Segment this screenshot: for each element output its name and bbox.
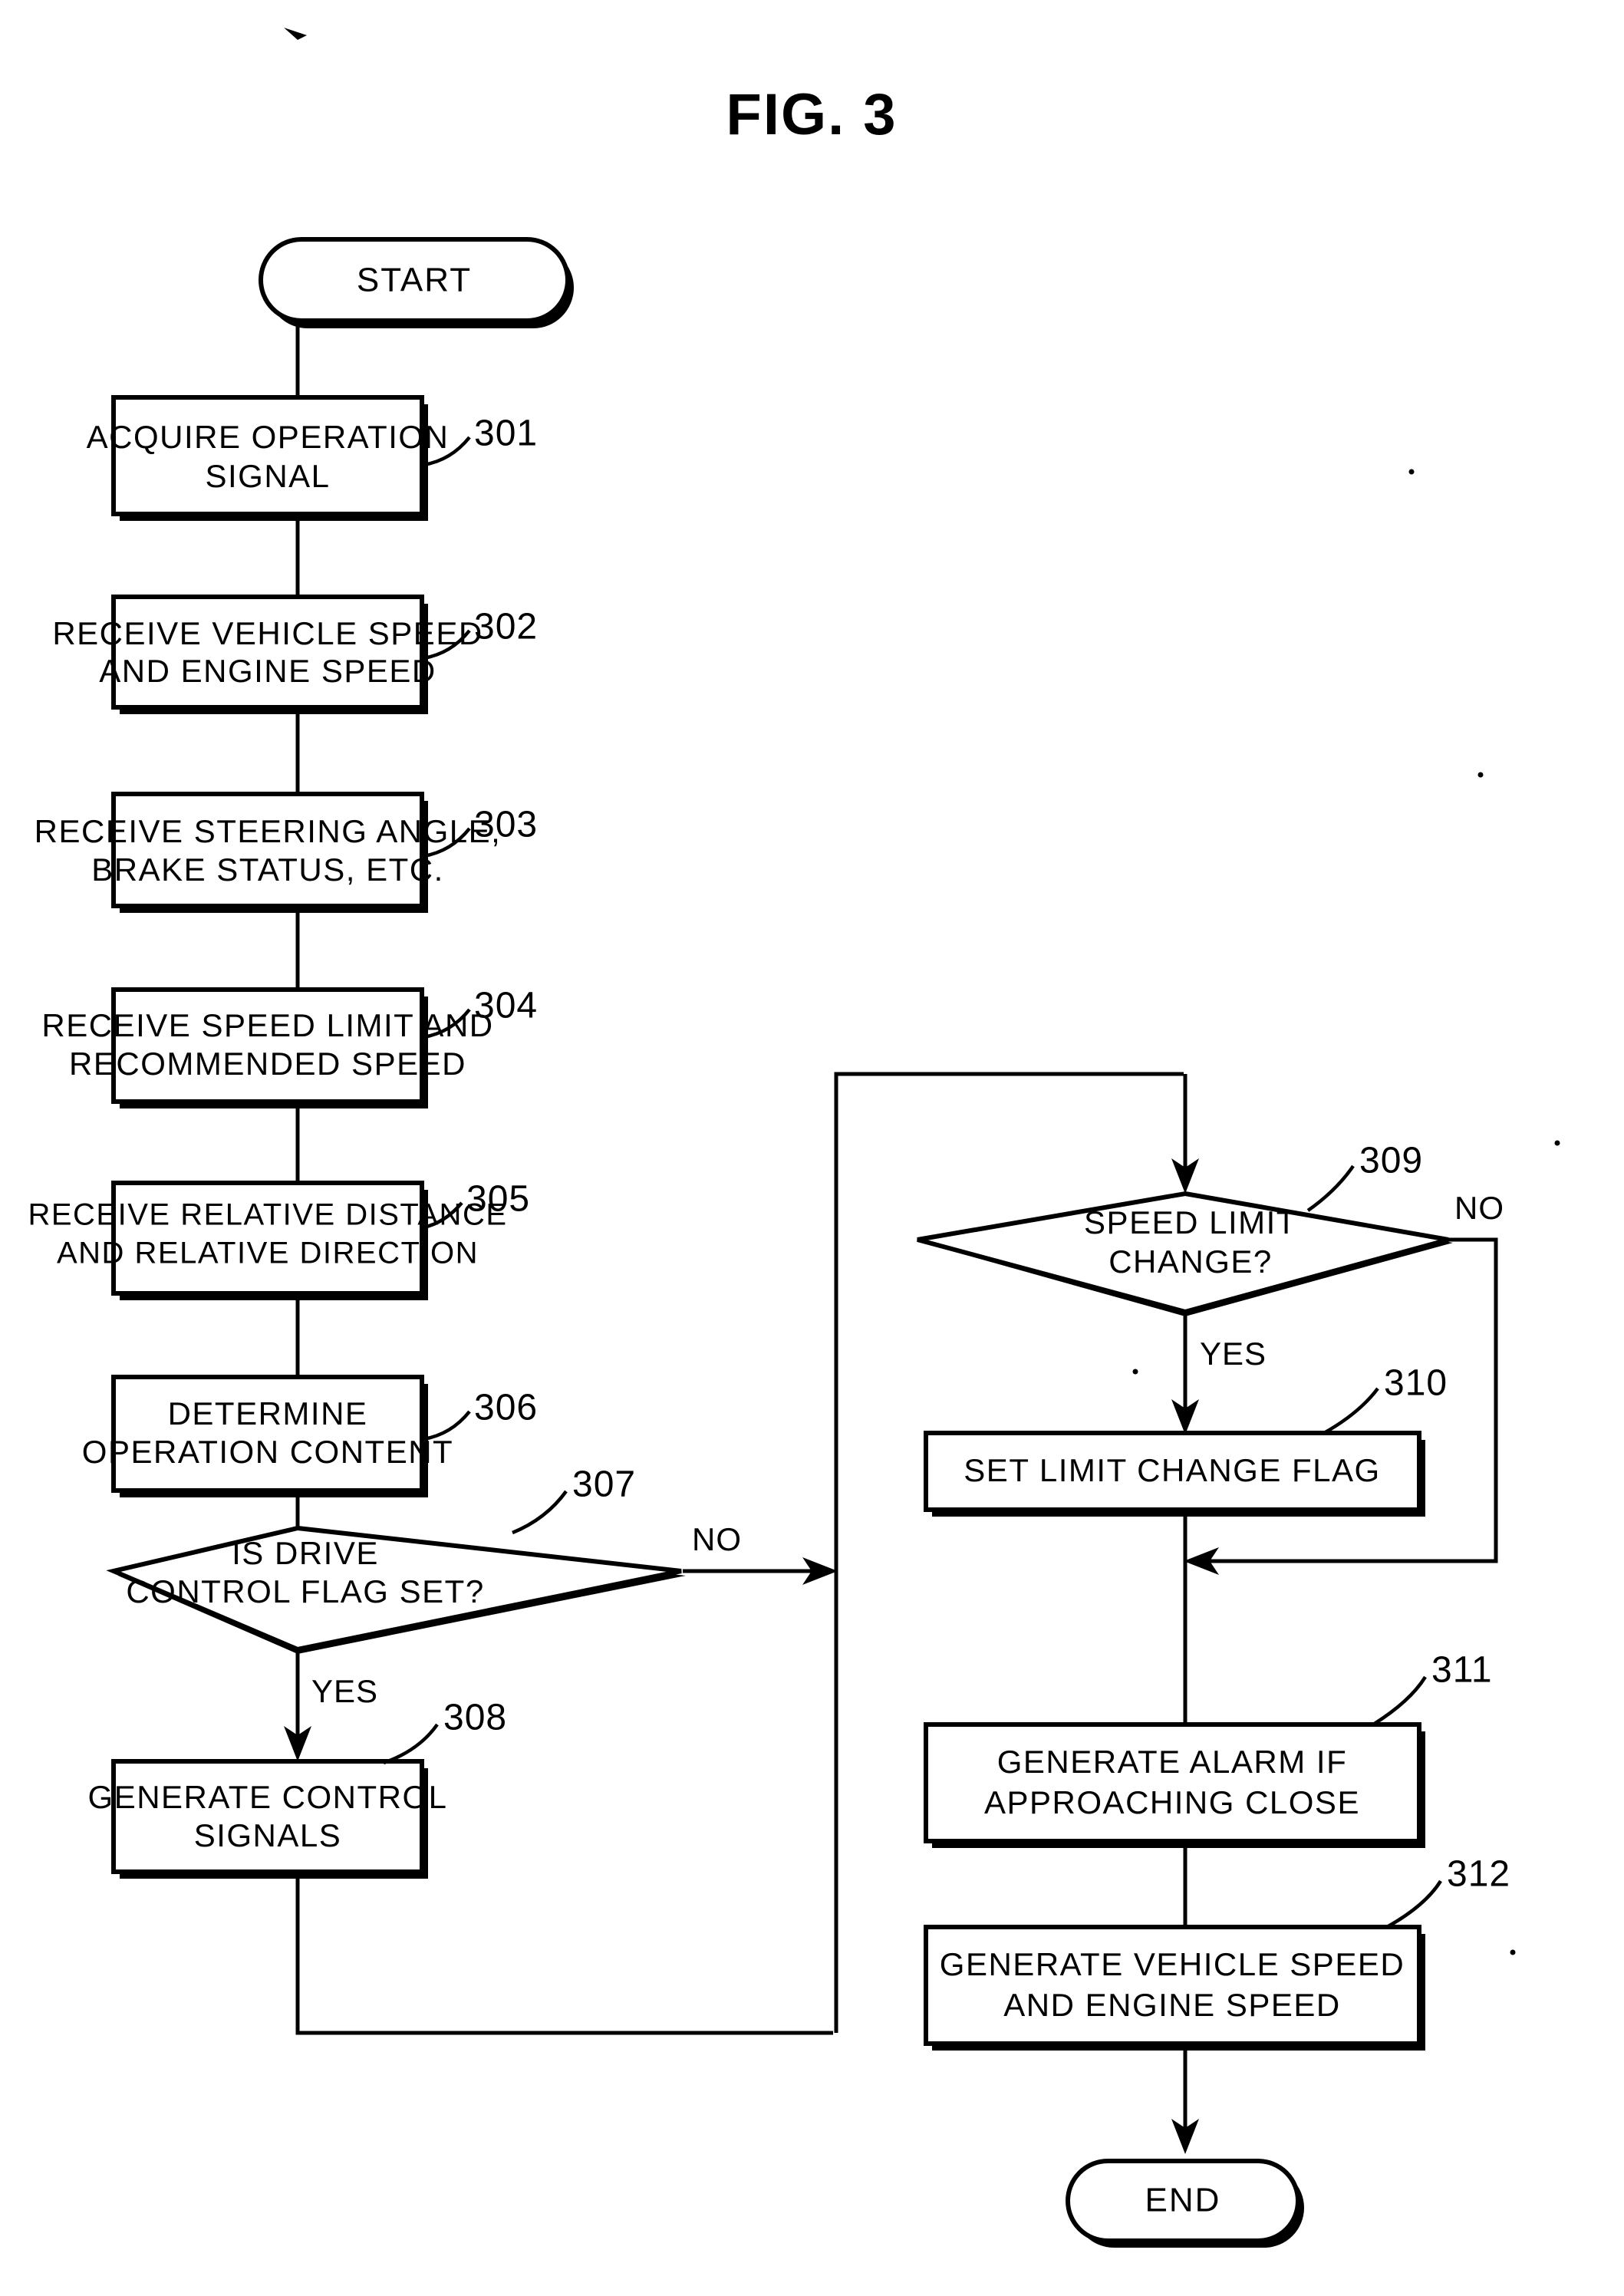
- start-label: START: [357, 262, 472, 299]
- scan-speck: [1408, 469, 1415, 475]
- node-303-line-1: RECEIVE STEERING ANGLE,: [35, 813, 502, 849]
- scan-speck: [1554, 1140, 1560, 1146]
- node-302-outline: [111, 595, 424, 710]
- node-305-line-2: AND RELATIVE DIRECTION: [57, 1237, 479, 1270]
- branch-label-307-no: NO: [692, 1521, 742, 1557]
- ref-311: 311: [1431, 1650, 1493, 1691]
- node-301-outline: [111, 395, 424, 516]
- ref-306: 306: [474, 1388, 538, 1428]
- node-start[interactable]: START: [259, 237, 574, 328]
- node-312-outline: [924, 1925, 1421, 2046]
- node-306-line-1: DETERMINE: [168, 1395, 368, 1431]
- node-311-outline: [924, 1722, 1421, 1843]
- node-310-line-1: SET LIMIT CHANGE FLAG: [964, 1452, 1380, 1488]
- scan-speck: [1510, 1949, 1516, 1955]
- branch-label-309-no: NO: [1454, 1190, 1504, 1226]
- node-304-line-2: RECOMMENDED SPEED: [69, 1046, 466, 1082]
- scan-speck: [1477, 772, 1484, 778]
- ref-303: 303: [474, 805, 538, 845]
- node-308-line-2: SIGNALS: [194, 1817, 342, 1853]
- end-label: END: [1145, 2182, 1221, 2219]
- ref-302: 302: [474, 607, 538, 647]
- node-end[interactable]: END: [1066, 2159, 1304, 2248]
- branch-label-309-yes: YES: [1200, 1336, 1267, 1372]
- node-307-line-2: CONTROL FLAG SET?: [126, 1573, 484, 1609]
- node-302[interactable]: RECEIVE VEHICLE SPEED AND ENGINE SPEED: [52, 595, 483, 714]
- node-307-line-1: IS DRIVE: [232, 1535, 379, 1571]
- ref-307: 307: [572, 1464, 636, 1505]
- ref-308: 308: [443, 1698, 507, 1738]
- ref-304: 304: [474, 986, 538, 1026]
- node-302-line-2: AND ENGINE SPEED: [99, 653, 436, 689]
- node-301-line-1: ACQUIRE OPERATION: [87, 419, 450, 455]
- node-306[interactable]: DETERMINE OPERATION CONTENT: [82, 1375, 453, 1497]
- node-309-line-2: CHANGE?: [1108, 1244, 1273, 1280]
- ref-310: 310: [1384, 1363, 1448, 1404]
- flowchart-diagram: FIG. 3 START ACQUIRE OPERATION SIGNAL 30…: [0, 0, 1624, 2296]
- node-311-line-2: APPROACHING CLOSE: [984, 1784, 1360, 1820]
- ref-301: 301: [474, 413, 538, 454]
- node-311[interactable]: GENERATE ALARM IF APPROACHING CLOSE: [924, 1722, 1425, 1848]
- node-309-line-1: SPEED LIMIT: [1084, 1204, 1297, 1240]
- node-305-line-1: RECEIVE RELATIVE DISTANCE: [28, 1198, 507, 1232]
- node-301-line-2: SIGNAL: [205, 458, 330, 494]
- node-312-line-1: GENERATE VEHICLE SPEED: [940, 1946, 1405, 1982]
- figure-canvas: FIG. 3 START ACQUIRE OPERATION SIGNAL 30…: [0, 0, 1624, 2296]
- ref-305: 305: [466, 1179, 530, 1220]
- ref-309: 309: [1359, 1141, 1423, 1181]
- node-308-outline: [111, 1759, 424, 1874]
- node-310[interactable]: SET LIMIT CHANGE FLAG: [924, 1431, 1425, 1517]
- node-308-line-1: GENERATE CONTROL: [88, 1779, 448, 1815]
- branch-label-307-yes: YES: [311, 1673, 378, 1709]
- figure-title: FIG. 3: [726, 82, 897, 147]
- node-303-line-2: BRAKE STATUS, ETC.: [91, 852, 444, 888]
- scan-speck: [1132, 1369, 1138, 1375]
- node-308[interactable]: GENERATE CONTROL SIGNALS: [88, 1759, 448, 1879]
- node-301[interactable]: ACQUIRE OPERATION SIGNAL: [87, 395, 450, 521]
- node-302-line-1: RECEIVE VEHICLE SPEED: [52, 615, 483, 651]
- node-312[interactable]: GENERATE VEHICLE SPEED AND ENGINE SPEED: [924, 1925, 1425, 2051]
- node-303-outline: [111, 792, 424, 908]
- node-311-line-1: GENERATE ALARM IF: [997, 1744, 1347, 1780]
- node-306-line-2: OPERATION CONTENT: [82, 1434, 453, 1470]
- ref-312: 312: [1447, 1854, 1510, 1895]
- node-312-line-2: AND ENGINE SPEED: [1003, 1987, 1340, 2023]
